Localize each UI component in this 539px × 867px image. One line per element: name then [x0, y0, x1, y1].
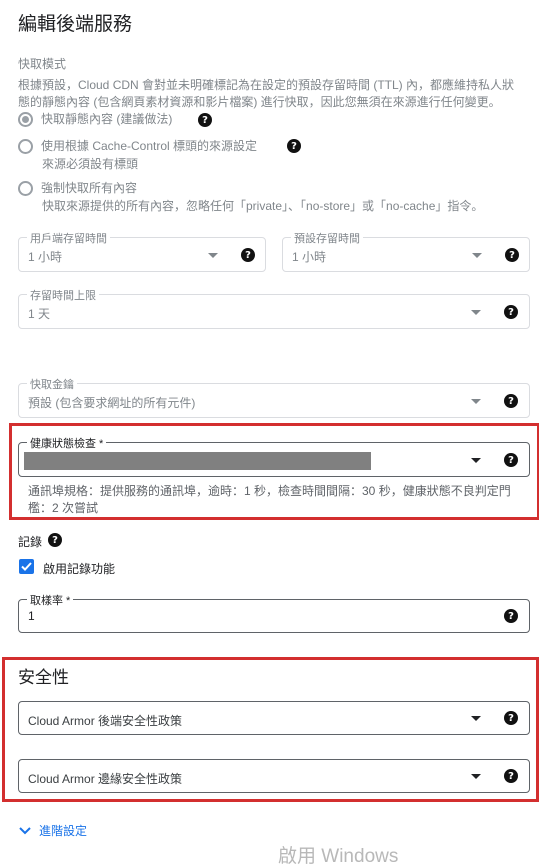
page-title: 編輯後端服務	[18, 14, 133, 35]
field-label: 存留時間上限	[27, 287, 99, 303]
help-icon[interactable]: ?	[504, 453, 518, 467]
field-label: 取樣率 *	[27, 592, 74, 608]
client-ttl-select[interactable]: 用戶端存留時間 1 小時 ?	[18, 230, 266, 272]
field-value: 預設 (包含要求網址的所有元件)	[28, 396, 196, 410]
chevron-down-icon	[471, 774, 481, 779]
health-check-hint: 通訊埠規格：提供服務的通訊埠，逾時：1 秒，檢查時間間隔：30 秒，健康狀態不良…	[28, 484, 511, 515]
field-placeholder: Cloud Armor 邊緣安全性政策	[28, 772, 183, 786]
radio-option-origin-headers[interactable]: 使用根據 Cache-Control 標頭的來源設定	[18, 139, 257, 154]
help-icon[interactable]: ?	[504, 609, 518, 623]
check-icon	[21, 562, 32, 571]
help-icon[interactable]: ?	[504, 711, 518, 725]
advanced-settings-label: 進階設定	[39, 824, 88, 838]
help-icon[interactable]: ?	[241, 248, 255, 262]
backend-security-policy-select[interactable]: Cloud Armor 後端安全性政策 ?	[18, 701, 530, 735]
help-icon[interactable]: ?	[504, 305, 518, 319]
radio-button[interactable]	[18, 139, 33, 154]
advanced-settings-toggle[interactable]: 進階設定	[18, 822, 87, 839]
logging-label: 記錄	[18, 535, 43, 549]
radio-label: 強制快取所有內容	[41, 181, 138, 195]
cache-mode-description: 根據預設，Cloud CDN 會對並未明確標記為在設定的預設存留時間 (TTL)…	[18, 78, 515, 109]
help-icon[interactable]: ?	[505, 248, 519, 262]
radio-label: 使用根據 Cache-Control 標頭的來源設定	[41, 139, 258, 153]
field-placeholder: Cloud Armor 後端安全性政策	[28, 714, 183, 728]
enable-logging-checkbox[interactable]	[19, 559, 34, 574]
help-icon[interactable]: ?	[504, 394, 518, 408]
redacted-value	[24, 452, 371, 470]
field-value: 1 天	[28, 307, 51, 321]
help-icon[interactable]: ?	[287, 139, 301, 153]
activate-windows-watermark: 啟用 Windows	[278, 846, 399, 867]
cache-key-select[interactable]: 快取金鑰 預設 (包含要求網址的所有元件) ?	[18, 376, 530, 418]
health-check-select[interactable]: 健康狀態檢查 * ?	[18, 435, 530, 477]
help-icon[interactable]: ?	[198, 113, 212, 127]
enable-logging-label: 啟用記錄功能	[43, 562, 116, 576]
help-icon[interactable]: ?	[48, 533, 62, 547]
radio-label: 快取靜態內容 (建議做法)	[41, 112, 173, 126]
chevron-down-icon	[208, 253, 218, 258]
field-label: 健康狀態檢查 *	[27, 435, 107, 451]
chevron-down-icon	[471, 716, 481, 721]
field-value: 1 小時	[292, 250, 327, 264]
chevron-down-icon	[471, 399, 481, 404]
chevron-down-icon	[471, 310, 481, 315]
sample-rate-input[interactable]: 取樣率 * 1 ?	[18, 592, 530, 633]
radio-button[interactable]	[18, 112, 33, 127]
radio-option-static[interactable]: 快取靜態內容 (建議做法)	[18, 112, 172, 127]
edge-security-policy-select[interactable]: Cloud Armor 邊緣安全性政策 ?	[18, 759, 530, 793]
cache-mode-label: 快取模式	[18, 57, 67, 71]
field-value: 1	[28, 609, 35, 623]
chevron-down-icon	[472, 253, 482, 258]
radio-sublabel: 來源必須設有標頭	[42, 157, 139, 171]
security-title: 安全性	[18, 668, 69, 687]
help-icon[interactable]: ?	[504, 769, 518, 783]
chevron-down-icon	[471, 458, 481, 463]
field-label: 快取金鑰	[27, 376, 77, 392]
field-value: 1 小時	[28, 250, 63, 264]
max-ttl-select[interactable]: 存留時間上限 1 天 ?	[18, 287, 530, 329]
chevron-down-icon	[19, 826, 31, 834]
radio-sublabel: 快取來源提供的所有內容，忽略任何「private」、「no-store」或「no…	[42, 199, 484, 213]
default-ttl-select[interactable]: 預設存留時間 1 小時 ?	[282, 230, 530, 272]
radio-option-force-all[interactable]: 強制快取所有內容	[18, 181, 137, 196]
radio-button[interactable]	[18, 181, 33, 196]
field-label: 用戶端存留時間	[27, 230, 110, 246]
field-label: 預設存留時間	[291, 230, 363, 246]
